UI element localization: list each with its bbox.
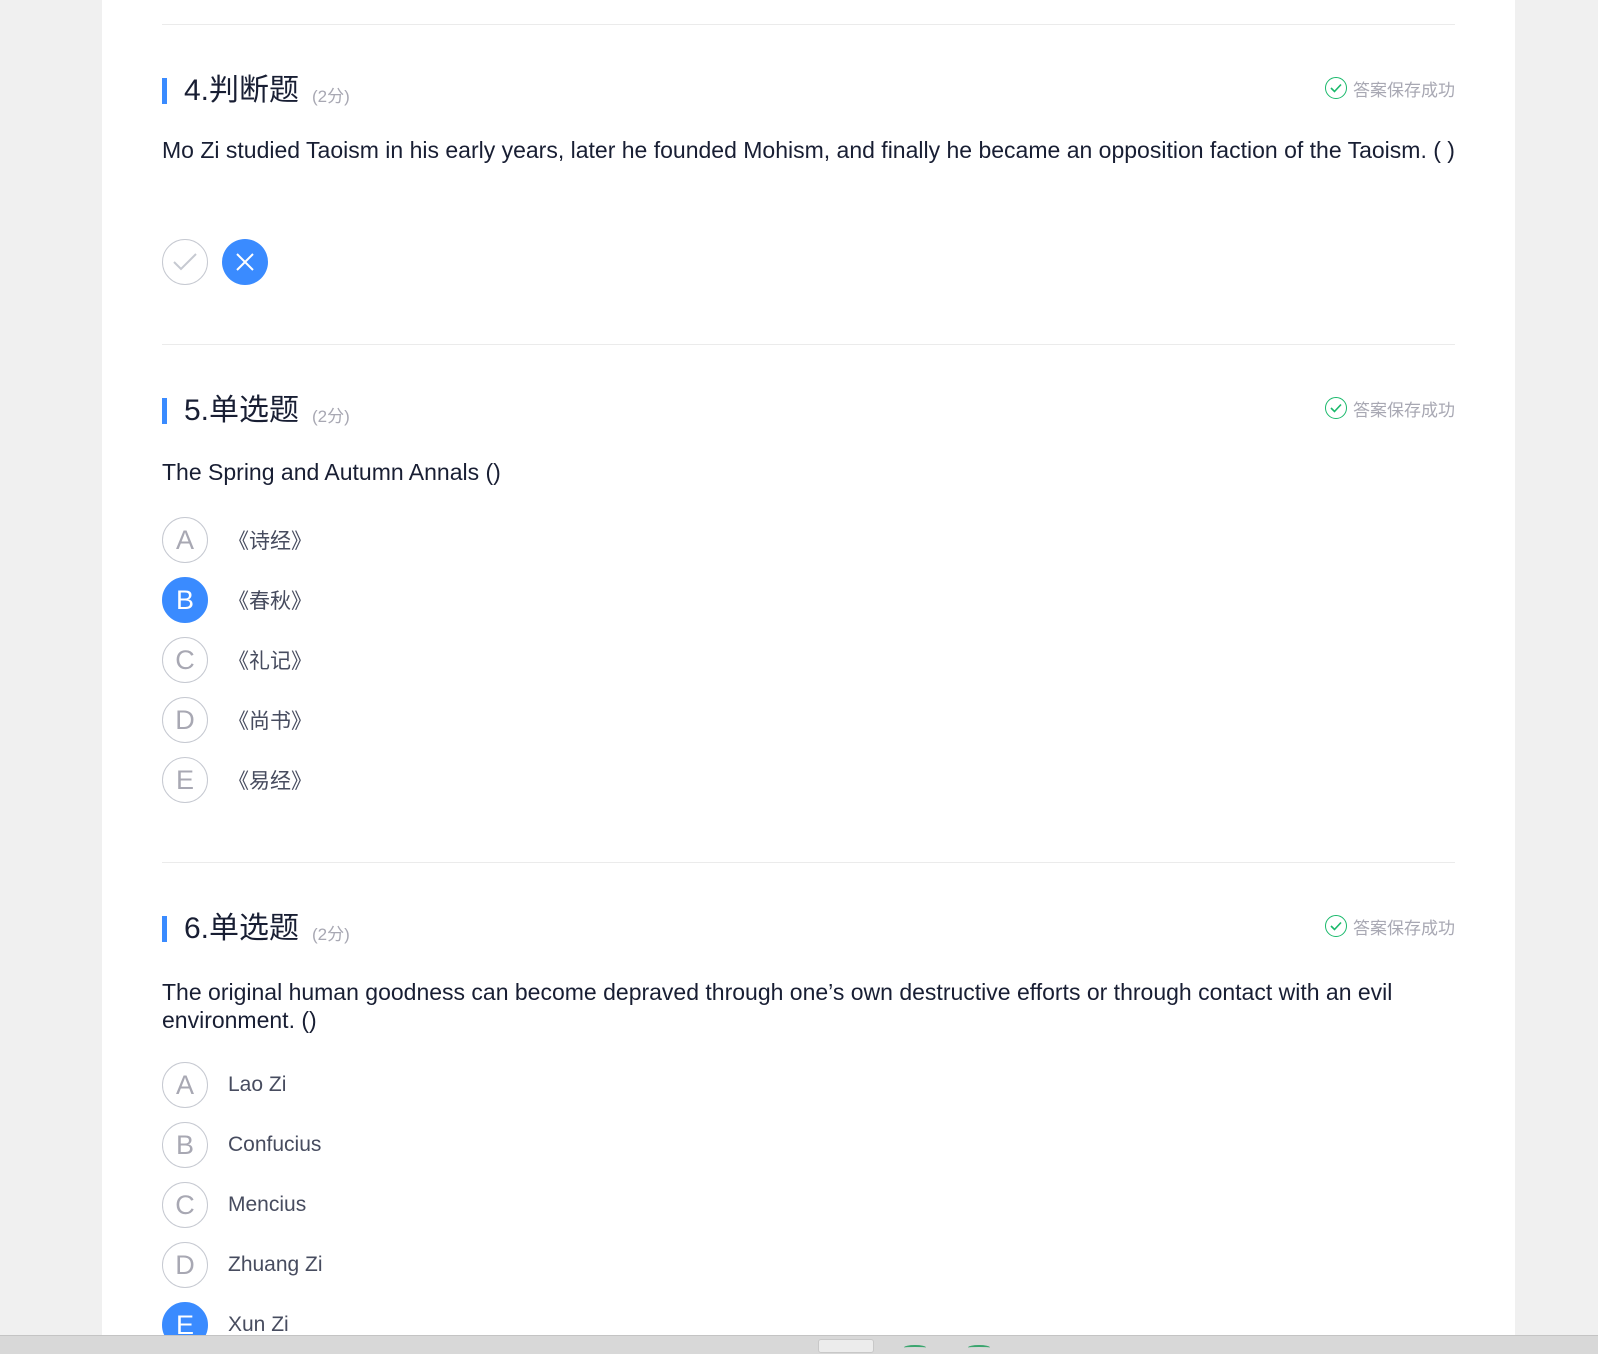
option-label: Confucius — [228, 1133, 322, 1156]
close-icon — [236, 253, 254, 271]
question-5-text: The Spring and Autumn Annals () — [162, 459, 501, 485]
horizontal-scrollbar[interactable] — [0, 1335, 1598, 1354]
question-4-text: Mo Zi studied Taoism in his early years,… — [162, 137, 1455, 163]
exam-card: 4.判断题 (2分) 答案保存成功 Mo Zi studied Taoism i… — [102, 0, 1515, 1348]
save-status-text: 答案保存成功 — [1353, 80, 1455, 100]
option-label: 《尚书》 — [228, 710, 312, 733]
option-letter[interactable]: C — [162, 637, 208, 683]
question-6-option-a[interactable]: A Lao Zi — [162, 1062, 286, 1108]
option-label: 《易经》 — [228, 770, 312, 793]
divider — [162, 344, 1455, 345]
check-circle-icon — [1325, 397, 1347, 419]
option-label: Xun Zi — [228, 1313, 289, 1336]
question-5-option-e[interactable]: E 《易经》 — [162, 757, 312, 803]
question-4-save-status: 答案保存成功 — [1325, 76, 1455, 100]
option-letter[interactable]: D — [162, 697, 208, 743]
title-accent-bar — [162, 78, 167, 104]
question-5-header: 5.单选题 (2分) 答案保存成功 — [162, 392, 1455, 432]
question-6-text: The original human goodness can become d… — [162, 979, 1393, 1033]
title-accent-bar — [162, 916, 167, 942]
question-5-option-d[interactable]: D 《尚书》 — [162, 697, 312, 743]
question-6-score: (2分) — [312, 925, 350, 944]
question-5-title: 5.单选题 — [184, 394, 300, 427]
scrollbar-thumb[interactable] — [818, 1339, 874, 1353]
divider — [162, 24, 1455, 25]
scroll-indicator-mark — [968, 1345, 990, 1350]
option-label: Zhuang Zi — [228, 1253, 323, 1276]
divider — [162, 862, 1455, 863]
question-5-score: (2分) — [312, 407, 350, 426]
checkmark-icon — [173, 253, 197, 271]
check-circle-icon — [1325, 77, 1347, 99]
question-5-option-a[interactable]: A 《诗经》 — [162, 517, 312, 563]
question-6-save-status: 答案保存成功 — [1325, 914, 1455, 938]
save-status-text: 答案保存成功 — [1353, 400, 1455, 420]
true-option-button[interactable] — [162, 239, 208, 285]
question-6-option-c[interactable]: C Mencius — [162, 1182, 306, 1228]
option-label: 《礼记》 — [228, 650, 312, 673]
option-letter[interactable]: A — [162, 1062, 208, 1108]
option-label: 《春秋》 — [228, 590, 312, 613]
option-letter[interactable]: C — [162, 1182, 208, 1228]
question-5-option-c[interactable]: C 《礼记》 — [162, 637, 312, 683]
option-label: Lao Zi — [228, 1073, 287, 1096]
option-letter[interactable]: B — [162, 1122, 208, 1168]
option-letter[interactable]: D — [162, 1242, 208, 1288]
question-5-save-status: 答案保存成功 — [1325, 396, 1455, 420]
question-5-option-b[interactable]: B 《春秋》 — [162, 577, 312, 623]
false-option-button[interactable] — [222, 239, 268, 285]
question-6-header: 6.单选题 (2分) 答案保存成功 — [162, 910, 1455, 950]
question-4-title: 4.判断题 — [184, 74, 300, 107]
save-status-text: 答案保存成功 — [1353, 918, 1455, 938]
option-label: Mencius — [228, 1193, 307, 1216]
option-label: 《诗经》 — [228, 530, 312, 553]
option-letter[interactable]: E — [162, 757, 208, 803]
option-letter-selected[interactable]: B — [162, 577, 208, 623]
question-4-score: (2分) — [312, 87, 350, 106]
question-6-option-b[interactable]: B Confucius — [162, 1122, 321, 1168]
question-6-title: 6.单选题 — [184, 912, 300, 945]
question-4-header: 4.判断题 (2分) 答案保存成功 — [162, 72, 1455, 112]
title-accent-bar — [162, 398, 167, 424]
option-letter[interactable]: A — [162, 517, 208, 563]
question-6-option-d[interactable]: D Zhuang Zi — [162, 1242, 323, 1288]
scroll-indicator-mark — [904, 1345, 926, 1350]
check-circle-icon — [1325, 915, 1347, 937]
